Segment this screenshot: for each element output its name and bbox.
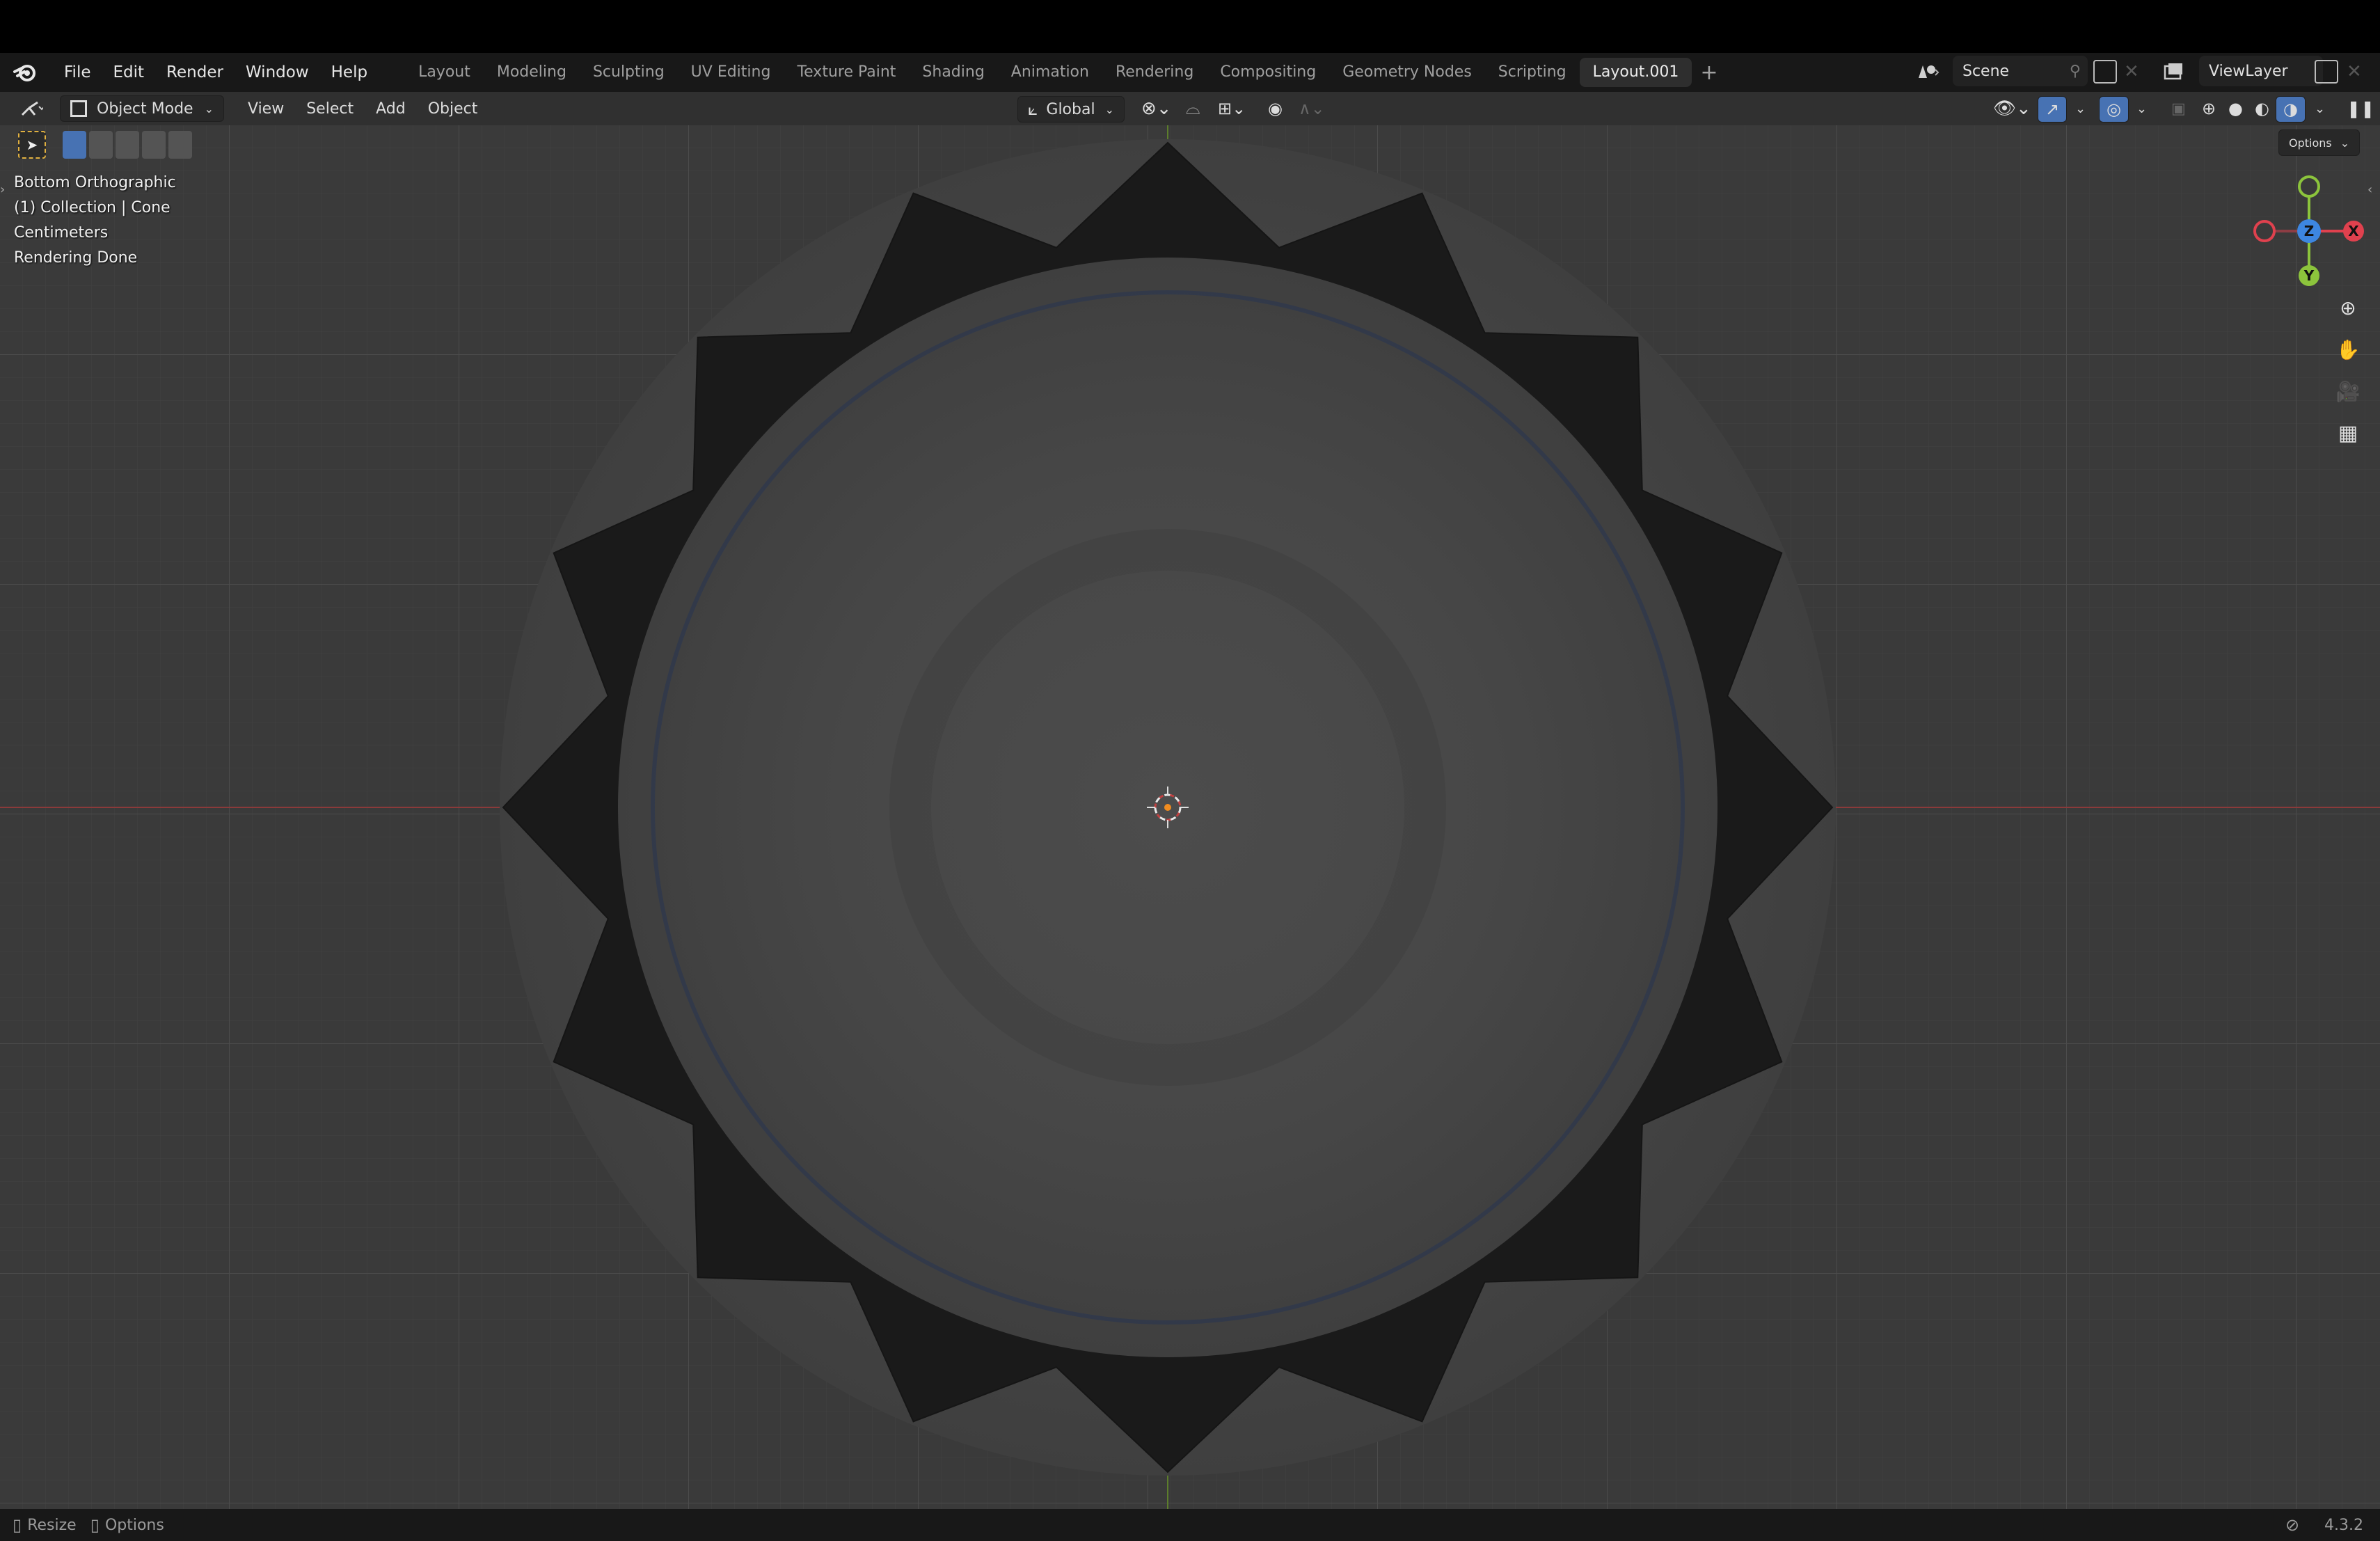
tab-compositing[interactable]: Compositing: [1207, 58, 1329, 87]
snap-target-icon[interactable]: ⊞⌄: [1211, 96, 1253, 121]
zoom-icon[interactable]: ⊕: [2331, 291, 2365, 324]
viewport-canvas: [0, 125, 2380, 1509]
view-name-label: Bottom Orthographic: [14, 174, 176, 191]
viewport-header: Object Mode ⌄ View Select Add Object ⟀ G…: [0, 92, 2380, 125]
workspace-tabs: Layout Modeling Sculpting UV Editing Tex…: [405, 53, 1727, 92]
object-mode-label: Object Mode: [97, 100, 193, 118]
camera-view-icon[interactable]: 🎥: [2331, 374, 2365, 408]
remove-view-layer-icon[interactable]: ✕: [2347, 61, 2362, 82]
neg-y-axis-handle[interactable]: [2298, 175, 2320, 198]
menu-edit[interactable]: Edit: [102, 53, 156, 92]
render-status-label: Rendering Done: [14, 249, 138, 267]
view-layer-name: ViewLayer: [2209, 62, 2288, 80]
tab-layout[interactable]: Layout: [405, 58, 484, 87]
selection-mode-new-icon[interactable]: [63, 131, 86, 159]
version-label: 4.3.2: [2324, 1516, 2363, 1534]
tab-texture-paint[interactable]: Texture Paint: [784, 58, 909, 87]
overlays-dropdown-icon[interactable]: ⌄: [2129, 96, 2154, 121]
new-scene-icon[interactable]: [2093, 60, 2117, 84]
resize-hint: Resize: [27, 1516, 77, 1534]
tab-scripting[interactable]: Scripting: [1485, 58, 1580, 87]
tab-geometry-nodes[interactable]: Geometry Nodes: [1329, 58, 1485, 87]
tab-shading[interactable]: Shading: [909, 58, 997, 87]
selection-mode-intersect-icon[interactable]: [168, 131, 192, 159]
sidebar-expand-icon[interactable]: ‹: [2367, 182, 2372, 197]
wireframe-shading-icon[interactable]: ⊕: [2195, 96, 2223, 121]
menu-file[interactable]: File: [53, 53, 102, 92]
menu-window[interactable]: Window: [235, 53, 320, 92]
tab-rendering[interactable]: Rendering: [1102, 58, 1207, 87]
scene-selector[interactable]: Scene ⚲: [1953, 56, 2088, 86]
material-shading-icon[interactable]: ◐: [2248, 96, 2276, 121]
select-tool-icon[interactable]: ➤: [18, 131, 46, 159]
gizmo-toggle-icon[interactable]: ↗: [2038, 96, 2068, 123]
pin-icon[interactable]: ⚲: [2070, 63, 2081, 80]
tab-modeling[interactable]: Modeling: [484, 58, 580, 87]
falloff-icon[interactable]: ∧⌄: [1292, 96, 1332, 121]
menu-add[interactable]: Add: [365, 96, 417, 121]
options-dropdown[interactable]: Options ⌄: [2278, 129, 2361, 156]
blender-logo-icon[interactable]: [13, 60, 38, 85]
selection-mode-subtract-icon[interactable]: [116, 131, 139, 159]
scene-icon[interactable]: [1912, 58, 1943, 84]
options-label: Options: [2289, 136, 2332, 150]
tab-sculpting[interactable]: Sculpting: [580, 58, 678, 87]
visibility-icon[interactable]: 👁⌄: [1986, 96, 2038, 121]
orientation-icon: ⟀: [1028, 100, 1038, 119]
pause-render-icon[interactable]: ❚❚: [2340, 96, 2380, 121]
gizmo-dropdown-icon[interactable]: ⌄: [2068, 96, 2093, 121]
shading-dropdown-icon[interactable]: ⌄: [2308, 96, 2332, 121]
menu-object[interactable]: Object: [417, 96, 489, 121]
proportional-edit-icon[interactable]: ◉: [1261, 96, 1290, 121]
transform-orientation-dropdown[interactable]: ⟀ Global ⌄: [1017, 96, 1125, 123]
pivot-point-icon[interactable]: ⊗⌄: [1134, 96, 1179, 121]
units-label: Centimeters: [14, 224, 109, 242]
snap-toggle-icon[interactable]: ⌓: [1179, 96, 1207, 121]
scene-name: Scene: [1962, 62, 2010, 80]
chevron-down-icon: ⌄: [204, 102, 214, 116]
mouse-right-icon: ▯: [90, 1515, 100, 1535]
x-axis-label: X: [2348, 223, 2359, 239]
xray-toggle-icon[interactable]: ▣: [2164, 96, 2193, 121]
collection-label: (1) Collection | Cone: [14, 199, 170, 216]
remove-scene-icon[interactable]: ✕: [2124, 61, 2139, 82]
object-mode-icon: [70, 100, 87, 117]
editor-type-icon[interactable]: [13, 96, 50, 121]
menu-help[interactable]: Help: [320, 53, 379, 92]
z-axis-label: Z: [2304, 223, 2315, 239]
add-workspace-button[interactable]: +: [1692, 61, 1726, 85]
chevron-down-icon: ⌄: [2340, 136, 2350, 150]
chevron-down-icon: ⌄: [1104, 102, 1114, 116]
y-axis-label: Y: [2303, 267, 2315, 284]
selection-mode-group: [63, 131, 192, 159]
new-view-layer-icon[interactable]: [2315, 60, 2338, 84]
selection-mode-invert-icon[interactable]: [142, 131, 166, 159]
view-layer-selector[interactable]: ViewLayer: [2199, 56, 2323, 86]
tab-layout-001[interactable]: Layout.001: [1579, 58, 1692, 87]
tab-animation[interactable]: Animation: [998, 58, 1102, 87]
mouse-left-icon: ▯: [13, 1515, 22, 1535]
3d-viewport[interactable]: ➤ Options ⌄ › ‹ Bottom Orthographic (1) …: [0, 125, 2380, 1509]
selection-mode-extend-icon[interactable]: [89, 131, 113, 159]
status-bar: ▯ Resize ▯ Options ⊘ 4.3.2: [0, 1509, 2380, 1541]
options-hint: Options: [104, 1516, 164, 1534]
tab-uv-editing[interactable]: UV Editing: [678, 58, 784, 87]
neg-x-axis-handle[interactable]: [2253, 220, 2276, 242]
menu-render[interactable]: Render: [155, 53, 235, 92]
overlays-toggle-icon[interactable]: ◎: [2099, 96, 2129, 123]
pan-hand-icon[interactable]: ✋: [2331, 333, 2365, 366]
transform-orientation-label: Global: [1046, 100, 1095, 118]
solid-shading-icon[interactable]: ●: [2221, 96, 2250, 121]
menu-view[interactable]: View: [237, 96, 295, 121]
toggle-perspective-grid-icon[interactable]: ▦: [2331, 416, 2365, 450]
menu-select[interactable]: Select: [295, 96, 365, 121]
navigation-gizmo[interactable]: X Y Z: [2253, 175, 2365, 287]
window-top-bar: [0, 0, 2380, 53]
rendered-shading-icon[interactable]: ◑: [2276, 96, 2306, 123]
toolbar-expand-icon[interactable]: ›: [0, 182, 5, 197]
network-off-icon: ⊘: [2285, 1515, 2300, 1535]
view-layer-icon[interactable]: [2160, 60, 2188, 84]
object-mode-dropdown[interactable]: Object Mode ⌄: [60, 95, 224, 122]
